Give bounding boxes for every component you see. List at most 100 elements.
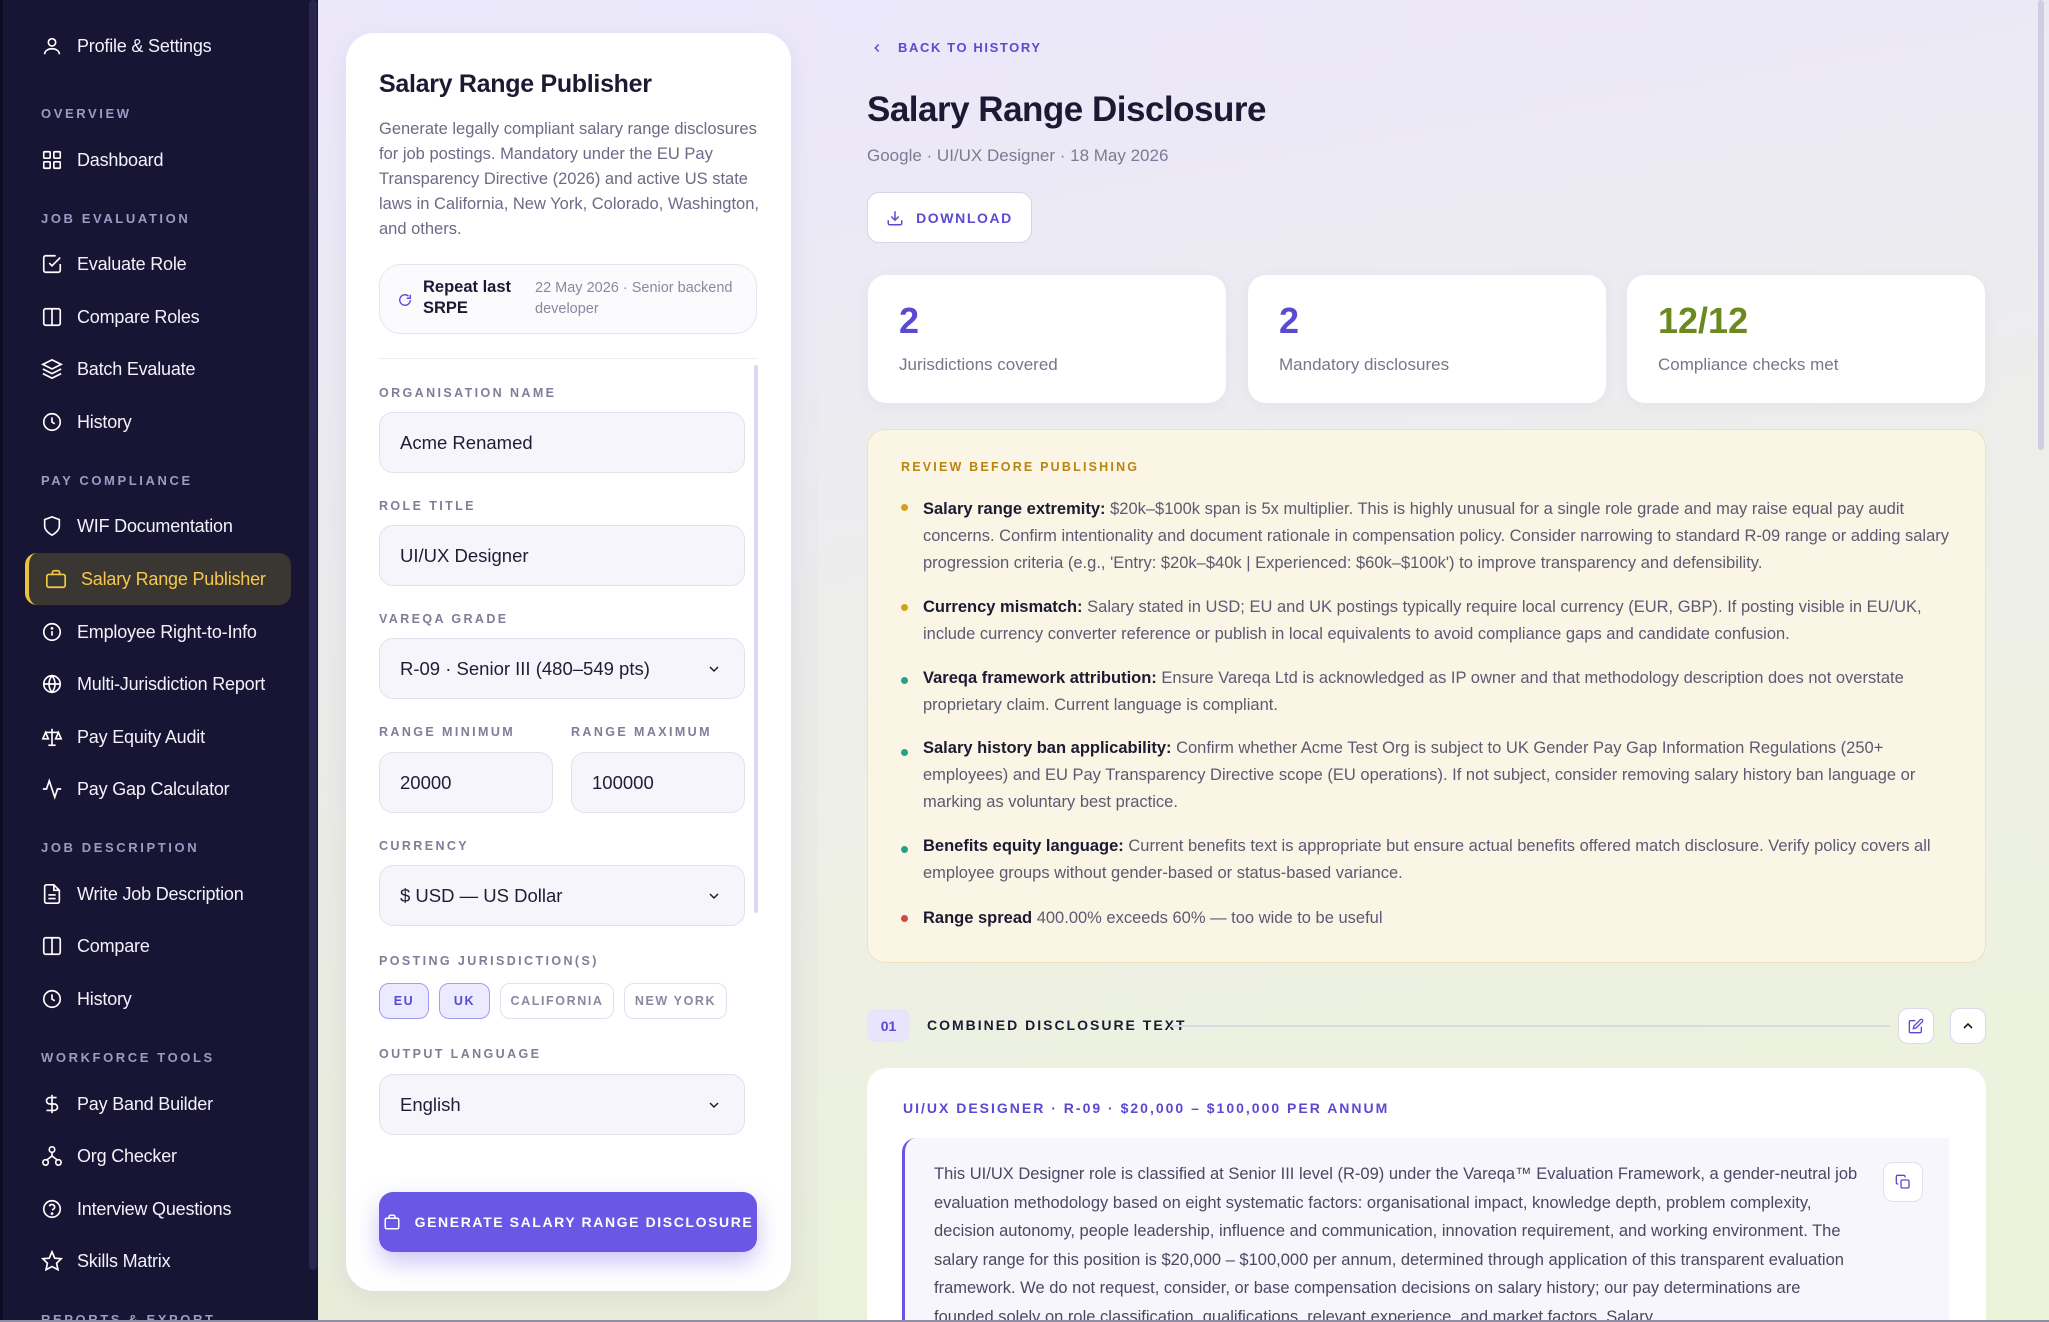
stat-card-compliance-checks: 12/12 Compliance checks met — [1627, 275, 1985, 403]
sidebar-item-wif-documentation[interactable]: WIF Documentation — [25, 500, 291, 552]
stat-caption: Mandatory disclosures — [1279, 355, 1450, 374]
sidebar-item-label: Evaluate Role — [77, 253, 187, 274]
stat-value: 12/12 — [1658, 300, 1749, 341]
range-max-input[interactable]: 100000 — [571, 752, 745, 813]
sidebar-item-label: Pay Gap Calculator — [77, 778, 230, 799]
review-item-head: Vareqa framework attribution: — [923, 669, 1157, 687]
bullet-dot — [901, 749, 908, 756]
file-text-icon — [43, 884, 61, 904]
sidebar-item-dashboard[interactable]: Dashboard — [25, 134, 291, 186]
sidebar-item-label: Multi-Jurisdiction Report — [77, 673, 266, 694]
section-pay-compliance: PAY COMPLIANCE — [41, 473, 193, 488]
output-language-value: English — [400, 1093, 461, 1115]
range-min-value: 20000 — [400, 771, 452, 793]
sidebar-item-compare-roles[interactable]: Compare Roles — [25, 291, 291, 343]
stat-value: 2 — [899, 300, 920, 341]
sidebar-item-pay-equity-audit[interactable]: Pay Equity Audit — [25, 711, 291, 763]
page-title: Salary Range Disclosure — [867, 90, 1266, 129]
columns-icon — [42, 936, 62, 956]
sidebar-item-compare[interactable]: Compare — [25, 920, 291, 972]
sidebar-item-history-2[interactable]: History — [25, 973, 291, 1025]
activity-icon — [42, 778, 62, 800]
sidebar-item-multi-jurisdiction-report[interactable]: Multi-Jurisdiction Report — [25, 658, 291, 710]
repeat-meta: 22 May 2026 · Senior backend developer — [535, 280, 733, 317]
grade-label: VAREQA GRADE — [379, 612, 509, 626]
page-meta: Google · UI/UX Designer · 18 May 2026 — [867, 146, 1169, 165]
review-item-head: Currency mismatch: — [923, 598, 1083, 616]
columns-icon — [42, 307, 62, 327]
grade-select[interactable]: R-09 · Senior III (480–549 pts) — [379, 638, 745, 699]
sidebar-item-employee-right-to-info[interactable]: Employee Right-to-Info — [25, 606, 291, 658]
sidebar-item-org-checker[interactable]: Org Checker — [25, 1130, 291, 1182]
sidebar-item-label: History — [77, 988, 132, 1009]
user-icon — [43, 37, 61, 55]
shield-icon — [43, 515, 61, 537]
currency-select[interactable]: $ USD — US Dollar — [379, 865, 745, 926]
section-job-description: JOB DESCRIPTION — [41, 840, 200, 855]
sidebar-item-write-job-description[interactable]: Write Job Description — [25, 868, 291, 920]
sidebar-item-batch-evaluate[interactable]: Batch Evaluate — [25, 343, 291, 395]
profile-label: Profile & Settings — [77, 35, 212, 56]
form-title: Salary Range Publisher — [379, 70, 652, 98]
sidebar-item-history[interactable]: History — [25, 396, 291, 448]
role-title-value: UI/UX Designer — [400, 544, 529, 566]
range-min-input[interactable]: 20000 — [379, 752, 553, 813]
sidebar-scrollbar[interactable] — [309, 0, 317, 1270]
org-name-label: ORGANISATION NAME — [379, 386, 557, 400]
sidebar-item-label: Compare Roles — [77, 306, 200, 327]
bullet-dot — [901, 677, 908, 684]
jurisdiction-chip-eu[interactable]: EU — [379, 983, 429, 1019]
section-overview: OVERVIEW — [41, 106, 132, 121]
repeat-label: Repeat last SRPE — [423, 278, 512, 317]
chevron-down-icon — [709, 666, 719, 673]
download-label: DOWNLOAD — [916, 209, 1013, 226]
role-title-label: ROLE TITLE — [379, 499, 476, 513]
review-item-head: Benefits equity language: — [923, 837, 1124, 855]
layers-icon — [41, 358, 63, 380]
download-icon — [887, 210, 903, 225]
edit-section-button[interactable] — [1898, 1008, 1934, 1044]
sidebar-item-pay-gap-calculator[interactable]: Pay Gap Calculator — [25, 763, 291, 815]
org-name-input[interactable]: Acme Renamed — [379, 412, 745, 473]
jurisdiction-chip-new-york[interactable]: NEW YORK — [624, 983, 727, 1019]
role-title-input[interactable]: UI/UX Designer — [379, 525, 745, 586]
sidebar-item-interview-questions[interactable]: Interview Questions — [25, 1183, 291, 1235]
sidebar-item-label: Pay Equity Audit — [77, 726, 205, 747]
section-number: 01 — [867, 1009, 910, 1042]
copy-button[interactable] — [1883, 1162, 1923, 1202]
review-item-text: 400.00% exceeds 60% — too wide to be use… — [1032, 909, 1383, 927]
form-divider — [379, 358, 757, 359]
profile-settings-link[interactable]: Profile & Settings — [25, 20, 291, 72]
scale-icon — [41, 728, 63, 747]
stat-card-mandatory-disclosures: 2 Mandatory disclosures — [1248, 275, 1606, 403]
section-job-evaluation: JOB EVALUATION — [41, 211, 191, 226]
generate-disclosure-button[interactable]: GENERATE SALARY RANGE DISCLOSURE — [379, 1192, 757, 1252]
clock-icon — [42, 412, 62, 432]
sidebar-item-label: Pay Band Builder — [77, 1093, 213, 1114]
sidebar-item-label: Org Checker — [77, 1145, 177, 1166]
briefcase-icon — [384, 1214, 400, 1230]
sidebar-item-skills-matrix[interactable]: Skills Matrix — [25, 1235, 291, 1287]
range-max-label: RANGE MAXIMUM — [571, 725, 712, 739]
download-button[interactable]: DOWNLOAD — [867, 192, 1032, 243]
briefcase-icon — [46, 569, 66, 589]
repeat-last-button[interactable]: Repeat last SRPE 22 May 2026 · Senior ba… — [379, 264, 757, 334]
sidebar-item-label: Skills Matrix — [77, 1250, 171, 1271]
bullet-dot — [901, 604, 908, 611]
review-item-head: Salary range extremity: — [923, 500, 1106, 518]
back-to-history-link[interactable]: BACK TO HISTORY — [870, 40, 1042, 55]
org-name-value: Acme Renamed — [400, 431, 533, 453]
collapse-section-button[interactable] — [1950, 1008, 1986, 1044]
output-language-select[interactable]: English — [379, 1074, 745, 1135]
jurisdiction-chip-california[interactable]: CALIFORNIA — [500, 983, 614, 1019]
stat-caption: Jurisdictions covered — [899, 355, 1058, 374]
form-scrollbar[interactable] — [754, 365, 758, 913]
sidebar-item-salary-range-publisher[interactable]: Salary Range Publisher — [25, 553, 291, 605]
clock-icon — [42, 989, 62, 1009]
sidebar-item-pay-band-builder[interactable]: Pay Band Builder — [25, 1078, 291, 1130]
sidebar-item-evaluate-role[interactable]: Evaluate Role — [25, 238, 291, 290]
jurisdiction-chip-uk[interactable]: UK — [439, 983, 490, 1019]
disclosure-text: This UI/UX Designer role is classified a… — [934, 1165, 1858, 1322]
main-scrollbar[interactable] — [2038, 0, 2044, 450]
disclosure-card-title: UI/UX DESIGNER · R-09 · $20,000 – $100,0… — [903, 1100, 1390, 1116]
